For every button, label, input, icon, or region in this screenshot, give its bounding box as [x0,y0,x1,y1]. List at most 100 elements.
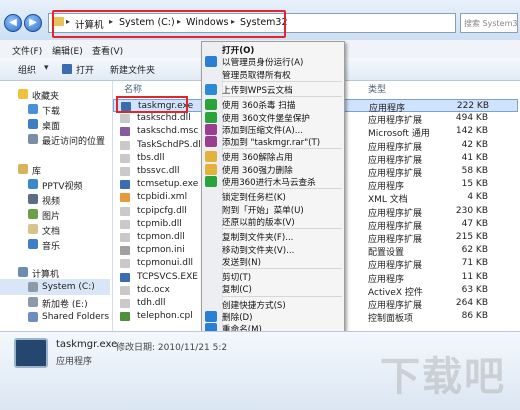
file-name: taskschd.msc [137,126,199,137]
menu-view[interactable]: 查看(V) [92,44,123,57]
details-type: 应用程序 [56,357,93,367]
drive-icon [28,282,38,292]
file-size: 71 KB [461,258,488,269]
search-input[interactable]: 搜索 System32 [460,13,518,33]
nav-item-system-c[interactable]: System (C:) [0,279,110,295]
nav-item-music[interactable]: 音乐 [0,236,110,252]
file-name: TaskSchdPS.dll [137,139,204,150]
watermark-logo: 下载吧 [380,353,506,400]
nav-item-shared-folders[interactable]: Shared Folders [0,309,110,325]
cloud-scan-icon [205,176,217,187]
shield-360-icon [205,99,217,111]
context-menu-item[interactable]: 以管理员身份运行(A) [222,56,303,68]
new-folder-button[interactable]: 新建文件夹 [110,63,155,76]
context-menu-item[interactable]: 使用 360强力删除 [222,164,293,176]
file-icon [120,299,130,308]
video-folder-icon [28,179,38,189]
library-icon [18,164,28,174]
file-size: 215 KB [455,232,488,242]
file-name: tbssvc.dll [137,166,180,176]
context-menu-item[interactable]: 移动到文件夹(V)... [222,244,294,256]
column-header-type[interactable]: 类型 [368,82,386,95]
documents-icon [28,224,38,234]
file-icon [120,167,130,176]
download-icon [28,104,38,114]
file-size: 11 KB [461,271,488,282]
cloud-icon [205,83,217,95]
recent-places-icon [28,134,38,144]
file-icon [120,114,130,124]
file-size: 15 KB [461,179,488,190]
shield-360-icon [205,111,217,123]
context-menu-item[interactable]: 添加到 "taskmgr.rar"(T) [222,136,320,148]
file-name: tcpipcfg.dll [137,205,187,216]
menu-edit[interactable]: 编辑(E) [52,44,83,57]
menu-separator [222,148,342,150]
nav-item-pptv[interactable]: PPTV视频 [0,176,110,192]
nav-libraries[interactable]: 库 [0,161,110,177]
nav-favorites[interactable]: 收藏夹 [0,86,110,102]
file-icon [120,259,130,269]
nav-computer[interactable]: 计算机 [0,264,110,280]
context-menu-item[interactable]: 复制到文件夹(F)... [222,231,293,243]
context-menu-item[interactable]: 创建快捷方式(S) [222,299,286,311]
nav-item-recent[interactable]: 最近访问的位置 [0,131,110,147]
file-size: 63 KB [461,284,488,295]
nav-item-drive-e[interactable]: 新加卷 (E:) [0,294,110,310]
file-size: 47 KB [461,218,488,229]
context-menu-item[interactable]: 锁定到任务栏(K) [222,191,286,203]
trash-360-icon [205,163,217,175]
file-size: 58 KB [461,166,488,176]
file-name: tcpmon.dll [137,232,185,242]
context-menu-item[interactable]: 上传到WPS云文档 [222,84,293,96]
menu-separator [222,268,342,270]
file-name: tbs.dll [137,152,165,163]
nav-item-pictures[interactable]: 图片 [0,206,110,222]
nav-item-documents[interactable]: 文档 [0,221,110,237]
open-button[interactable]: 打开 [76,63,94,76]
file-icon [120,219,130,229]
context-menu-item[interactable]: 还原以前的版本(V) [222,216,295,228]
file-icon [120,312,130,322]
menu-file[interactable]: 文件(F) [12,44,42,57]
context-menu-item[interactable]: 剪切(T) [222,271,251,283]
file-icon [120,180,130,190]
file-icon [120,246,130,256]
context-menu-item[interactable]: 打开(O) [222,44,254,56]
file-name: tcpmonui.dll [137,258,193,269]
menu-separator [222,96,342,98]
file-icon [120,140,130,150]
context-menu-item[interactable]: 添加到压缩文件(A)... [222,124,303,136]
nav-item-videos[interactable]: 视频 [0,191,110,207]
context-menu-item[interactable]: 使用360进行木马云查杀 [222,176,316,188]
file-name: tcpmib.dll [137,218,182,229]
file-name: tdh.dll [137,298,166,308]
nav-item-desktop[interactable]: 桌面 [0,116,110,132]
menu-separator [222,188,342,190]
context-menu-item[interactable]: 使用 360杀毒 扫描 [222,99,295,111]
file-icon [120,193,130,203]
forward-button[interactable]: ▶ [24,14,42,32]
context-menu-item[interactable]: 发送到(N) [222,256,261,268]
context-menu-item[interactable]: 复制(C) [222,283,252,295]
column-header-name[interactable]: 名称 [124,82,142,95]
file-icon [120,272,130,282]
details-filename: taskmgr.exe [56,339,118,350]
context-menu-item[interactable]: 附到「开始」菜单(U) [222,204,304,216]
menu-separator [222,228,342,230]
file-name: TCPSVCS.EXE [137,271,198,282]
context-menu-item[interactable]: 使用 360文件堡垒保护 [222,112,310,124]
context-menu-item[interactable]: 管理员取得所有权 [222,69,291,81]
archive-icon [205,123,217,135]
shield-icon [205,311,217,322]
nav-item-downloads[interactable]: 下载 [0,101,110,117]
organize-button[interactable]: 组织 [18,63,36,76]
context-menu-item[interactable]: 删除(D) [222,311,253,323]
file-icon [120,206,130,216]
file-name: tcpmon.ini [137,245,185,256]
file-size: 222 KB [456,101,489,111]
context-menu-item[interactable]: 使用 360解除占用 [222,151,293,163]
app-icon [62,64,72,74]
back-button[interactable]: ◀ [4,14,22,32]
file-size: 42 KB [461,139,488,150]
